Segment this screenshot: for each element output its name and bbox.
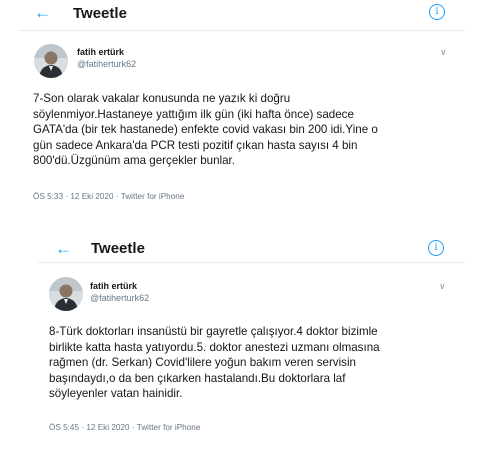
- tweet-card-1: ← Tweetle i fatih ertürk @fatiherturk62 …: [18, 0, 465, 222]
- avatar-image: [49, 277, 83, 311]
- arrow-left-icon[interactable]: ←: [55, 240, 72, 258]
- header-title: Tweetle: [91, 240, 145, 257]
- tweet-text: 8-Türk doktorları insanüstü bir gayretle…: [49, 325, 380, 400]
- author-name[interactable]: fatih ertürk: [90, 281, 137, 291]
- chevron-down-icon[interactable]: ∨: [439, 281, 446, 292]
- author-handle[interactable]: @fatiherturk62: [90, 293, 149, 303]
- author-handle[interactable]: @fatiherturk62: [77, 59, 136, 69]
- header-title: Tweetle: [73, 5, 127, 22]
- avatar-image: [34, 44, 68, 78]
- tweet-meta[interactable]: ÖS 5:45 · 12 Eki 2020 · Twitter for iPho…: [49, 423, 200, 432]
- info-icon[interactable]: i: [429, 4, 445, 20]
- tweet-meta[interactable]: ÖS 5:33 · 12 Eki 2020 · Twitter for iPho…: [33, 192, 184, 201]
- info-icon[interactable]: i: [428, 240, 444, 256]
- tweet-card-2: ← Tweetle i fatih ertürk @fatiherturk62 …: [38, 228, 465, 452]
- author-name[interactable]: fatih ertürk: [77, 47, 124, 57]
- tweet-header: ← Tweetle i: [18, 0, 465, 31]
- tweet-text: 7-Son olarak vakalar konusunda ne yazık …: [33, 92, 378, 167]
- avatar[interactable]: [49, 277, 83, 311]
- arrow-left-icon[interactable]: ←: [34, 4, 51, 22]
- tweet-header: ← Tweetle i: [38, 228, 465, 263]
- avatar[interactable]: [34, 44, 68, 78]
- chevron-down-icon[interactable]: ∨: [440, 47, 447, 58]
